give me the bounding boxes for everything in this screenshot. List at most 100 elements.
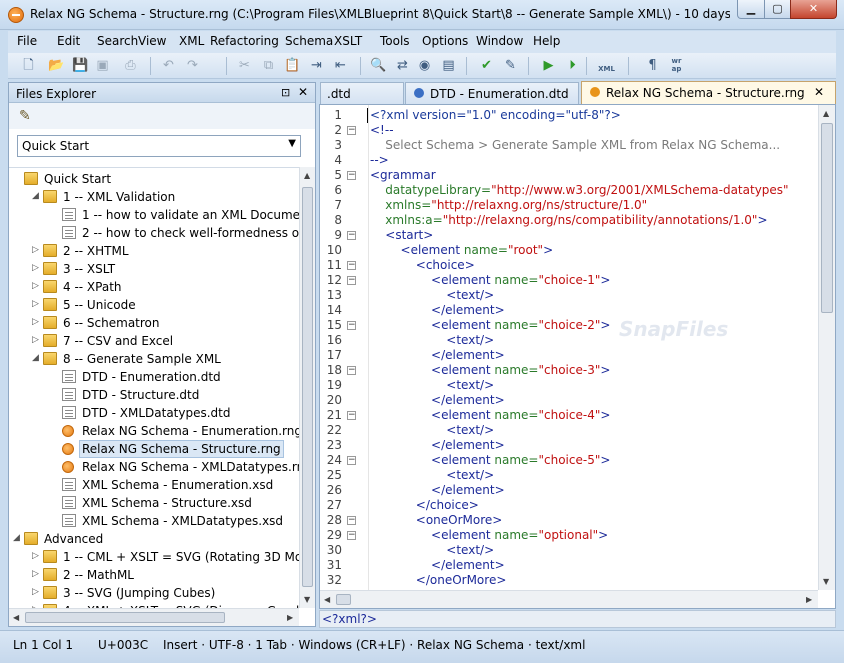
menu-edit[interactable]: Edit	[57, 34, 80, 48]
preview-icon[interactable]: ▤	[440, 57, 457, 74]
outdent-icon[interactable]: ⇤	[332, 57, 349, 74]
collapse-toggle-icon[interactable]: −	[347, 171, 356, 180]
menu-refactoring[interactable]: Refactoring	[210, 34, 279, 48]
open-folder-icon[interactable]: 📂	[48, 57, 65, 74]
run-icon[interactable]: ▶	[540, 57, 557, 74]
pin-icon[interactable]: ⊡	[281, 86, 290, 99]
scroll-down-icon[interactable]: ▼	[823, 577, 829, 586]
tree-item[interactable]: ▷ 2 -- MathML	[9, 566, 299, 584]
editor-tab[interactable]: Relax NG Schema - Structure.rng ✕	[581, 81, 836, 104]
expanded-toggle-icon[interactable]: ◢	[13, 533, 23, 543]
collapse-toggle-icon[interactable]: −	[347, 231, 356, 240]
tree-item[interactable]: ▷ 6 -- Schematron	[9, 314, 299, 332]
menu-options[interactable]: Options	[422, 34, 468, 48]
collapse-toggle-icon[interactable]: −	[347, 126, 356, 135]
menu-file[interactable]: File	[17, 34, 37, 48]
new-file-icon[interactable]: 🗋	[20, 57, 37, 74]
tree-item[interactable]: Relax NG Schema - Enumeration.rng	[9, 422, 299, 440]
tree-item[interactable]: XML Schema - Enumeration.xsd	[9, 476, 299, 494]
editor-hscroll-thumb[interactable]	[336, 594, 351, 605]
close-icon[interactable]: ✕	[298, 85, 308, 99]
copy-icon[interactable]: ⧉	[260, 57, 277, 74]
paste-icon[interactable]: 📋	[284, 57, 301, 74]
collapsed-toggle-icon[interactable]: ▷	[32, 317, 42, 327]
print-icon[interactable]: ⎙	[122, 57, 139, 74]
editor-tab[interactable]: DTD - Enumeration.dtd	[405, 82, 579, 104]
tree-item[interactable]: ▷ 7 -- CSV and Excel	[9, 332, 299, 350]
menu-window[interactable]: Window	[476, 34, 523, 48]
explorer-scroll-thumb[interactable]	[302, 187, 313, 587]
tree-item[interactable]: DTD - XMLDatatypes.dtd	[9, 404, 299, 422]
explorer-vertical-scrollbar[interactable]: ▲ ▼	[299, 167, 315, 608]
editor-horizontal-scrollbar[interactable]: ◀ ▶	[320, 590, 818, 608]
code-area[interactable]: SnapFiles <?xml version="1.0" encoding="…	[368, 105, 818, 590]
breadcrumb[interactable]: <?xml?>	[322, 612, 377, 626]
collapse-toggle-icon[interactable]: −	[347, 531, 356, 540]
menu-view[interactable]: View	[138, 34, 166, 48]
tree-item[interactable]: Quick Start	[9, 170, 299, 188]
expanded-toggle-icon[interactable]: ◢	[32, 353, 42, 363]
tree-item[interactable]: ▷ 2 -- XHTML	[9, 242, 299, 260]
tree-item[interactable]: ◢ 1 -- XML Validation	[9, 188, 299, 206]
code-editor[interactable]: 1 2−3 4 5−6 7 8 9−10 11−12−13 14 15−16 17 18−19 20 21…	[319, 104, 836, 609]
tree-item[interactable]: DTD - Structure.dtd	[9, 386, 299, 404]
tree-item[interactable]: ◢ 8 -- Generate Sample XML	[9, 350, 299, 368]
edit-project-icon[interactable]: ✎	[19, 108, 31, 124]
save-icon[interactable]: 💾	[72, 57, 89, 74]
scroll-left-icon[interactable]: ◀	[324, 595, 330, 604]
chevron-down-icon[interactable]: ▼	[288, 138, 296, 149]
collapsed-toggle-icon[interactable]: ▷	[32, 587, 42, 597]
menu-xml[interactable]: XML	[179, 34, 204, 48]
explorer-hscroll-thumb[interactable]	[25, 612, 225, 623]
format-icon[interactable]: ✎	[502, 57, 519, 74]
menu-help[interactable]: Help	[533, 34, 560, 48]
collapse-toggle-icon[interactable]: −	[347, 321, 356, 330]
tree-item[interactable]: Relax NG Schema - XMLDatatypes.rng	[9, 458, 299, 476]
scroll-up-icon[interactable]: ▲	[304, 171, 310, 180]
validate-icon[interactable]: ✔	[478, 57, 495, 74]
redo-icon[interactable]: ↷	[184, 57, 201, 74]
minimize-button[interactable]: ▁	[737, 0, 765, 19]
save-all-icon[interactable]: ▣	[94, 57, 111, 74]
tree-item[interactable]: XML Schema - Structure.xsd	[9, 494, 299, 512]
collapse-toggle-icon[interactable]: −	[347, 411, 356, 420]
undo-icon[interactable]: ↶	[160, 57, 177, 74]
collapsed-toggle-icon[interactable]: ▷	[32, 569, 42, 579]
cut-icon[interactable]: ✂	[236, 57, 253, 74]
collapse-toggle-icon[interactable]: −	[347, 276, 356, 285]
collapsed-toggle-icon[interactable]: ▷	[32, 335, 42, 345]
maximize-button[interactable]: ▢	[764, 0, 791, 19]
word-wrap-icon[interactable]: wr ap	[668, 57, 685, 74]
menu-search[interactable]: Search	[97, 34, 138, 48]
tree-item[interactable]: 2 -- how to check well-formedness of a D…	[9, 224, 299, 242]
scroll-down-icon[interactable]: ▼	[304, 595, 310, 604]
scroll-up-icon[interactable]: ▲	[823, 109, 829, 118]
debug-icon[interactable]: ⏵	[564, 57, 581, 74]
tree-item[interactable]: ▷ 5 -- Unicode	[9, 296, 299, 314]
tree-item[interactable]: ▷ 4 -- XPath	[9, 278, 299, 296]
collapsed-toggle-icon[interactable]: ▷	[32, 263, 42, 273]
browser-icon[interactable]: ◉	[416, 57, 433, 74]
menu-schema[interactable]: Schema	[285, 34, 333, 48]
tree-item[interactable]: DTD - Enumeration.dtd	[9, 368, 299, 386]
expanded-toggle-icon[interactable]: ◢	[32, 191, 42, 201]
tree-item[interactable]: 1 -- how to validate an XML Document.xml	[9, 206, 299, 224]
project-select[interactable]: Quick Start ▼	[17, 135, 301, 157]
collapsed-toggle-icon[interactable]: ▷	[32, 299, 42, 309]
collapsed-toggle-icon[interactable]: ▷	[32, 551, 42, 561]
collapse-toggle-icon[interactable]: −	[347, 456, 356, 465]
editor-tab[interactable]: .dtd	[320, 82, 404, 104]
collapsed-toggle-icon[interactable]: ▷	[32, 281, 42, 291]
collapse-toggle-icon[interactable]: −	[347, 261, 356, 270]
tree-item[interactable]: ▷ 3 -- SVG (Jumping Cubes)	[9, 584, 299, 602]
collapse-toggle-icon[interactable]: −	[347, 516, 356, 525]
editor-scroll-thumb[interactable]	[821, 123, 833, 313]
collapsed-toggle-icon[interactable]: ▷	[32, 245, 42, 255]
tree-item[interactable]: XML Schema - XMLDatatypes.xsd	[9, 512, 299, 530]
tree-item[interactable]: ▷ 3 -- XSLT	[9, 260, 299, 278]
menu-tools[interactable]: Tools	[380, 34, 410, 48]
scroll-right-icon[interactable]: ▶	[806, 595, 812, 604]
scroll-left-icon[interactable]: ◀	[13, 613, 19, 622]
scroll-right-icon[interactable]: ▶	[287, 613, 293, 622]
pilcrow-icon[interactable]: ¶	[644, 57, 661, 74]
